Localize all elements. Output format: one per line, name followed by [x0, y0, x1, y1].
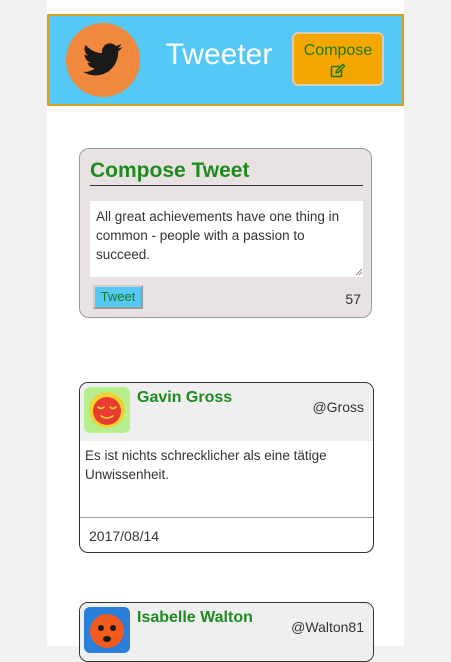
author-handle[interactable]: @Gross	[312, 399, 364, 415]
compose-button-label: Compose	[303, 42, 373, 59]
compose-tweet-card: Compose Tweet All great achievements hav…	[79, 148, 372, 318]
tweet-footer: 2017/08/14	[80, 517, 373, 552]
app-header: Tweeter Compose	[47, 14, 404, 106]
logo[interactable]	[66, 23, 140, 97]
sad-face-avatar-icon	[84, 607, 130, 653]
tweet-card: Isabelle Walton @Walton81	[79, 602, 374, 662]
tweet-header: Gavin Gross @Gross	[80, 383, 373, 441]
tweet-button[interactable]: Tweet	[93, 285, 143, 309]
author-handle[interactable]: @Walton81	[291, 619, 364, 635]
edit-icon	[330, 63, 346, 78]
author-name[interactable]: Gavin Gross	[137, 389, 232, 407]
tweet-card: Gavin Gross @Gross Es ist nichts schreck…	[79, 382, 374, 553]
app-title: Tweeter	[165, 38, 273, 71]
twitter-bird-icon	[83, 43, 123, 76]
compose-button[interactable]: Compose	[292, 32, 384, 86]
resize-grip-icon[interactable]	[355, 268, 363, 276]
tweet-header: Isabelle Walton @Walton81	[80, 603, 373, 661]
char-counter: 57	[345, 291, 361, 307]
tweet-text: Es ist nichts schrecklicher als eine tät…	[85, 448, 327, 482]
tweet-textarea[interactable]: All great achievements have one thing in…	[90, 201, 363, 277]
tweet-date: 2017/08/14	[89, 528, 160, 544]
author-name[interactable]: Isabelle Walton	[137, 609, 253, 627]
sleepy-face-avatar-icon	[84, 387, 130, 433]
compose-title: Compose Tweet	[90, 159, 363, 186]
